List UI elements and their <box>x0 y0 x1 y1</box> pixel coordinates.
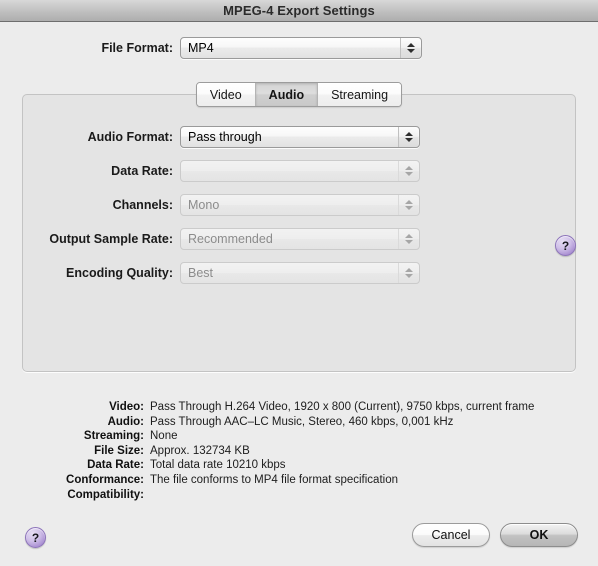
file-format-row: File Format: MP4 <box>0 36 598 60</box>
stepper-arrows-icon <box>398 263 418 283</box>
summary-value-video: Pass Through H.264 Video, 1920 x 800 (Cu… <box>150 401 535 413</box>
audio-format-label: Audio Format: <box>87 130 173 144</box>
chevron-up-icon <box>404 234 413 238</box>
output-sample-rate-label: Output Sample Rate: <box>49 232 173 246</box>
stepper-arrows-icon <box>398 127 418 147</box>
cancel-button[interactable]: Cancel <box>412 523 490 547</box>
summary-row: Data Rate: Total data rate 10210 kbps <box>0 458 598 473</box>
chevron-up-icon <box>406 43 415 47</box>
audio-format-value: Pass through <box>188 130 262 144</box>
window-title: MPEG-4 Export Settings <box>223 3 375 18</box>
output-sample-rate-row: Output Sample Rate: Recommended <box>0 222 598 256</box>
encoding-quality-label: Encoding Quality: <box>66 266 173 280</box>
chevron-up-icon <box>404 132 413 136</box>
summary-row: Audio: Pass Through AAC–LC Music, Stereo… <box>0 415 598 430</box>
chevron-up-icon <box>404 200 413 204</box>
file-format-label: File Format: <box>101 41 173 55</box>
stepper-arrows-icon <box>398 229 418 249</box>
chevron-down-icon <box>404 172 413 176</box>
chevron-down-icon <box>404 206 413 210</box>
audio-format-row: Audio Format: Pass through <box>0 120 598 154</box>
data-rate-label: Data Rate: <box>111 164 173 178</box>
chevron-down-icon <box>404 274 413 278</box>
tab-video[interactable]: Video <box>196 83 256 106</box>
summary-key-data-rate: Data Rate: <box>87 459 144 472</box>
summary-key-video: Video: <box>109 401 144 413</box>
chevron-up-icon <box>404 166 413 170</box>
summary-value-file-size: Approx. 132734 KB <box>150 444 250 457</box>
channels-row: Channels: Mono <box>0 188 598 222</box>
data-rate-popup <box>180 160 420 182</box>
dialog-buttons: Cancel OK <box>412 523 578 547</box>
summary-key-conformance: Conformance: <box>66 473 144 486</box>
summary-key-compatibility: Compatibility: <box>67 488 144 501</box>
output-sample-rate-popup: Recommended <box>180 228 420 250</box>
summary-value-audio: Pass Through AAC–LC Music, Stereo, 460 k… <box>150 415 454 428</box>
stepper-arrows-icon <box>398 195 418 215</box>
summary-value-data-rate: Total data rate 10210 kbps <box>150 459 286 472</box>
summary-row: Streaming: None <box>0 429 598 444</box>
help-icon-panel[interactable]: ? <box>555 235 576 256</box>
export-summary: Video: Pass Through H.264 Video, 1920 x … <box>0 400 598 502</box>
encoding-quality-row: Encoding Quality: Best <box>0 256 598 290</box>
chevron-up-icon <box>404 268 413 272</box>
window-titlebar: MPEG-4 Export Settings <box>0 0 598 22</box>
output-sample-rate-value: Recommended <box>188 232 273 246</box>
audio-settings-form: Audio Format: Pass through Data Rate: Ch… <box>0 120 598 290</box>
channels-popup: Mono <box>180 194 420 216</box>
tab-streaming[interactable]: Streaming <box>318 83 402 106</box>
audio-format-popup[interactable]: Pass through <box>180 126 420 148</box>
mpeg4-export-settings-dialog: MPEG-4 Export Settings File Format: MP4 … <box>0 0 598 566</box>
encoding-quality-value: Best <box>188 266 214 280</box>
summary-row: File Size: Approx. 132734 KB <box>0 444 598 459</box>
summary-row: Video: Pass Through H.264 Video, 1920 x … <box>0 400 598 415</box>
file-format-popup[interactable]: MP4 <box>180 37 422 59</box>
summary-value-streaming: None <box>150 430 178 443</box>
chevron-down-icon <box>404 138 413 142</box>
summary-key-audio: Audio: <box>107 415 144 428</box>
tab-bar: Video Audio Streaming <box>0 82 598 107</box>
summary-row: Conformance: The file conforms to MP4 fi… <box>0 473 598 488</box>
encoding-quality-popup: Best <box>180 262 420 284</box>
stepper-arrows-icon <box>398 161 418 181</box>
summary-key-streaming: Streaming: <box>83 430 144 443</box>
chevron-down-icon <box>404 240 413 244</box>
summary-row: Compatibility: <box>0 488 598 503</box>
chevron-down-icon <box>406 49 415 53</box>
channels-label: Channels: <box>112 198 173 212</box>
help-icon-dialog[interactable]: ? <box>25 527 46 548</box>
summary-key-file-size: File Size: <box>94 444 144 457</box>
data-rate-row: Data Rate: <box>0 154 598 188</box>
file-format-value: MP4 <box>188 41 214 55</box>
channels-value: Mono <box>188 198 220 212</box>
ok-button[interactable]: OK <box>500 523 578 547</box>
stepper-arrows-icon <box>400 38 420 58</box>
summary-value-conformance: The file conforms to MP4 file format spe… <box>150 473 398 486</box>
tab-audio[interactable]: Audio <box>255 83 319 106</box>
